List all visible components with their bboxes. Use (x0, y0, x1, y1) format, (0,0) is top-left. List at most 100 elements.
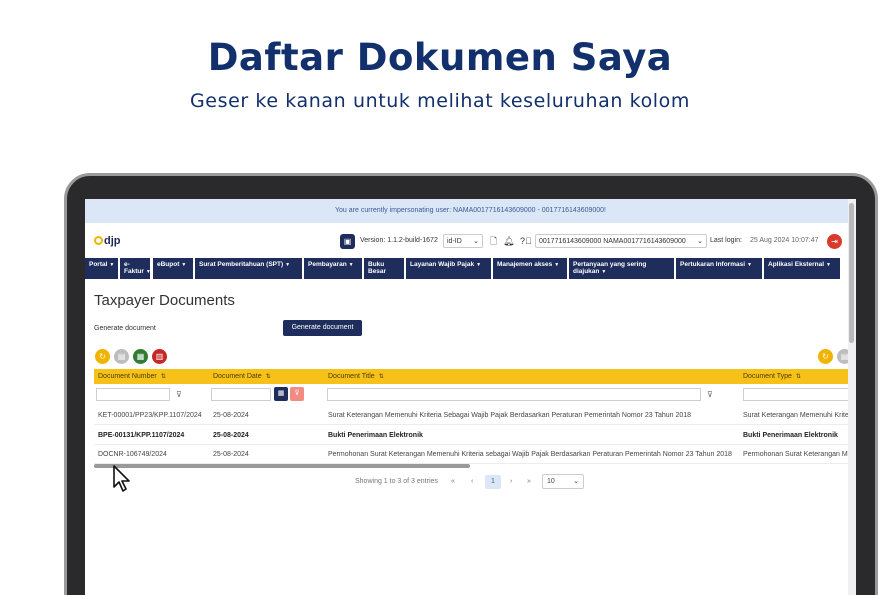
cell-date: 25-08-2024 (213, 432, 249, 439)
pdf-export-icon[interactable]: ▥ (152, 349, 167, 364)
nav-layanan-wajib-pajak[interactable]: Layanan Wajib Pajak ▼ (406, 258, 491, 279)
sort-icon: ⇅ (795, 374, 801, 380)
impersonation-banner: You are currently impersonating user: NA… (85, 199, 856, 223)
bell-icon[interactable]: 🔔︎ (503, 234, 514, 248)
cell-date: 25-08-2024 (213, 451, 249, 458)
cell-number: BPE-00131/KPP.1107/2024 (98, 432, 185, 439)
cell-date: 25-08-2024 (213, 412, 249, 419)
cell-title: Surat Keterangan Memenuhi Kriteria Sebag… (328, 412, 692, 419)
caret-down-icon: ▼ (476, 262, 482, 268)
last-login-value: 25 Aug 2024 10:07:47 (750, 237, 819, 244)
app-screen: You are currently impersonating user: NA… (85, 199, 856, 595)
next-page-button[interactable]: › (510, 474, 512, 490)
nav-faq[interactable]: Pertanyaan yang sering diajukan ▼ (569, 258, 674, 279)
first-page-button[interactable]: « (451, 474, 455, 490)
refresh-icon[interactable]: ↻ (95, 349, 110, 364)
excel-export-icon[interactable]: ▦ (133, 349, 148, 364)
caret-down-icon: ▼ (285, 262, 291, 268)
page-1-button[interactable]: 1 (485, 475, 501, 489)
sort-icon: ⇅ (378, 374, 384, 380)
page-size-value: 10 (547, 478, 555, 485)
col-document-date[interactable]: Document Date ⇅ (209, 369, 324, 384)
col-document-title[interactable]: Document Title ⇅ (324, 369, 739, 384)
caret-down-icon: ▼ (601, 269, 607, 275)
caret-down-icon: ▼ (348, 262, 354, 268)
filter-type-input[interactable] (743, 388, 856, 401)
table-header: Document Number ⇅ Document Date ⇅ Document… (94, 369, 856, 384)
nav-aplikasi-eksternal[interactable]: Aplikasi Eksternal ▼ (764, 258, 840, 279)
col-label: Document Title (328, 373, 375, 380)
col-label: Document Date (213, 373, 262, 380)
caret-down-icon: ▼ (109, 262, 115, 268)
last-login-label: Last login: (710, 237, 742, 244)
nav-label: Portal (89, 261, 108, 268)
nav-label: Buku Besar (368, 261, 387, 275)
col-label: Document Type (743, 373, 792, 380)
generate-label: Generate document (94, 325, 156, 332)
cell-type: Bukti Penerimaan Elektronik (743, 432, 838, 439)
nav-pertukaran-informasi[interactable]: Pertukaran Informasi ▼ (676, 258, 762, 279)
caret-down-icon: ▼ (181, 262, 187, 268)
cell-number: DOCNR-106749/2024 (98, 451, 167, 458)
filter-title-input[interactable] (327, 388, 701, 401)
caret-down-icon: ▼ (826, 262, 831, 268)
pagination: Showing 1 to 3 of 3 entries « ‹ 1 › » 10… (85, 474, 856, 490)
user-select-value: 0017716143609000 NAMA0017716143609000 (539, 238, 686, 245)
sort-icon: ⇅ (160, 374, 166, 380)
nav-label: eBupot (157, 261, 180, 268)
cell-title: Permohonan Surat Keterangan Memenuhi Kri… (328, 451, 732, 458)
nav-ebupot[interactable]: eBupot ▼ (153, 258, 193, 279)
chevron-down-icon: ⌄ (697, 238, 703, 245)
copy-doc-icon[interactable]: ▤ (114, 349, 129, 364)
filter-icon[interactable]: ⊽ (707, 390, 713, 399)
prev-page-button[interactable]: ‹ (471, 474, 473, 490)
chevron-down-icon: ⌄ (573, 478, 579, 485)
top-bar: djp ▣ Version: 1.1.2-build-1672 id-ID ⌄ 🗋… (85, 231, 856, 253)
mouse-cursor-icon (113, 465, 130, 492)
help-icon[interactable]: ?⃝ (520, 234, 532, 248)
clear-filter-icon[interactable]: ⊽ (290, 387, 304, 401)
nav-portal[interactable]: Portal ▼ (85, 258, 118, 279)
logout-icon[interactable]: ⇥ (827, 234, 842, 249)
vertical-scrollbar[interactable] (848, 199, 856, 595)
nav-spt[interactable]: Surat Pemberitahuan (SPT) ▼ (195, 258, 302, 279)
col-document-number[interactable]: Document Number ⇅ (94, 369, 209, 384)
chevron-down-icon: ⌄ (473, 238, 479, 245)
nav-efaktur[interactable]: e-Faktur ▼ (120, 258, 151, 279)
filter-number-input[interactable] (96, 388, 170, 401)
generate-document-button[interactable]: Generate document (283, 320, 362, 336)
page-size-select[interactable]: 10 ⌄ (542, 474, 584, 489)
last-page-button[interactable]: » (527, 474, 531, 490)
language-select[interactable]: id-ID ⌄ (443, 234, 483, 248)
page-title: Taxpayer Documents (94, 292, 235, 309)
caret-down-icon: ▼ (747, 262, 752, 268)
horizontal-scrollbar[interactable] (94, 464, 470, 468)
djp-logo[interactable]: djp (94, 235, 121, 247)
nav-buku-besar[interactable]: Buku Besar (364, 258, 404, 279)
table-row[interactable]: KET-00001/PP23/KPP.1107/2024 25-08-2024 … (94, 406, 856, 425)
vertical-scroll-thumb[interactable] (849, 203, 854, 343)
nav-label: Aplikasi Eksternal (768, 261, 824, 268)
cell-number: KET-00001/PP23/KPP.1107/2024 (98, 412, 202, 419)
nav-manajemen-akses[interactable]: Manajemen akses ▼ (493, 258, 567, 279)
sort-icon: ⇅ (265, 374, 271, 380)
filter-icon[interactable]: ⊽ (176, 390, 182, 399)
document-icon[interactable]: 🗋 (490, 234, 497, 248)
copy-icon[interactable]: ▣ (340, 234, 355, 249)
col-label: Document Number (98, 373, 157, 380)
language-value: id-ID (447, 238, 462, 245)
col-document-type[interactable]: Document Type ⇅ (739, 369, 856, 384)
user-select[interactable]: 0017716143609000 NAMA0017716143609000 ⌄ (535, 234, 707, 248)
table-row[interactable]: BPE-00131/KPP.1107/2024 25-08-2024 Bukti… (94, 426, 856, 445)
filter-date-input[interactable] (211, 388, 271, 401)
refresh-icon-right[interactable]: ↻ (818, 349, 833, 364)
slide-title: Daftar Dokumen Saya (207, 36, 673, 79)
cell-title: Bukti Penerimaan Elektronik (328, 432, 423, 439)
table-row[interactable]: DOCNR-106749/2024 25-08-2024 Permohonan … (94, 445, 856, 464)
version-label: Version: 1.1.2-build-1672 (360, 237, 438, 244)
calendar-icon[interactable]: ▦ (274, 387, 288, 401)
pagination-summary: Showing 1 to 3 of 3 entries (355, 478, 438, 485)
nav-label: Pertanyaan yang sering diajukan (573, 261, 647, 275)
nav-pembayaran[interactable]: Pembayaran ▼ (304, 258, 362, 279)
nav-label: Surat Pemberitahuan (SPT) (199, 261, 284, 268)
